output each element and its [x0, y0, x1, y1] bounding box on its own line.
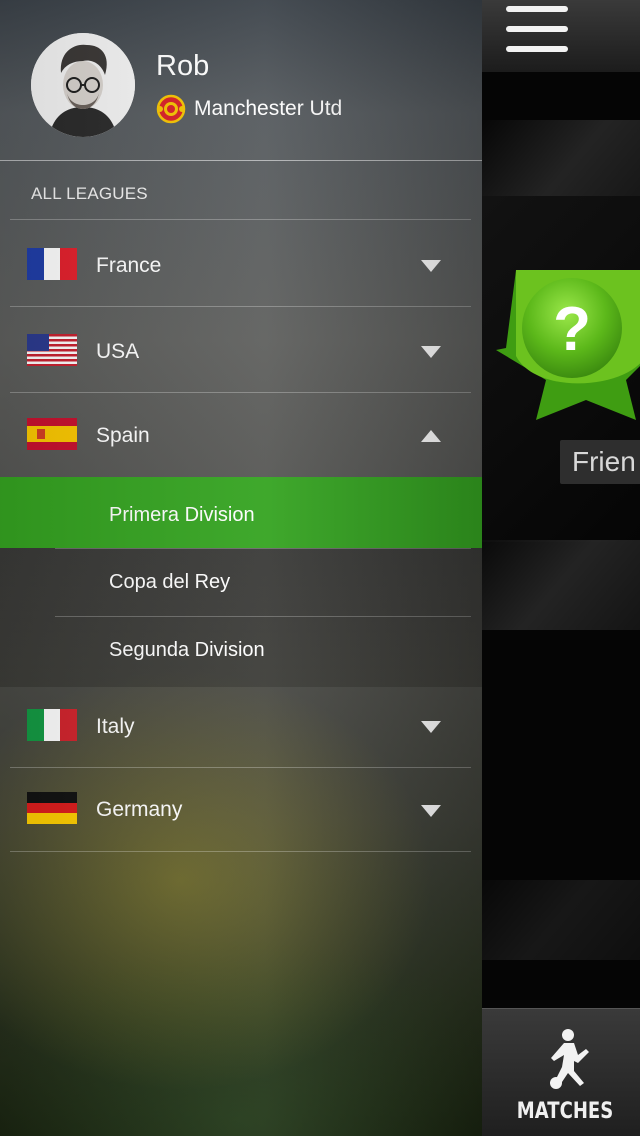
menu-item-germany[interactable]: Germany [0, 768, 482, 854]
italy-flag-icon [27, 709, 77, 741]
country-label: USA [96, 340, 140, 363]
country-label: France [96, 254, 162, 277]
menu-item-france[interactable]: France [0, 221, 482, 307]
mystery-badge-icon: ? [496, 270, 640, 430]
divider [10, 219, 471, 220]
divider [10, 851, 471, 852]
germany-flag-icon [27, 792, 77, 824]
submenu-item-label: Primera Division [109, 504, 255, 526]
chevron-down-icon[interactable] [421, 804, 441, 817]
hamburger-icon[interactable] [506, 6, 570, 54]
decorative-stripe [482, 880, 640, 960]
svg-text:?: ? [553, 295, 591, 364]
section-title: ALL LEAGUES [31, 184, 148, 203]
user-name: Rob [156, 50, 210, 82]
soccer-player-icon [534, 1027, 594, 1091]
france-flag-icon [27, 248, 77, 280]
country-label: Italy [96, 715, 135, 738]
submenu-item-copa-del-rey[interactable]: Copa del Rey [0, 549, 482, 616]
app-screen: ? Frien MATCHES Rob Manchester Utd ALL L… [0, 0, 640, 1136]
profile-header[interactable]: Rob Manchester Utd [0, 0, 482, 161]
top-bar [482, 0, 640, 72]
submenu-item-label: Copa del Rey [109, 571, 231, 593]
menu-item-usa[interactable]: USA [0, 307, 482, 393]
submenu-item-segunda-division[interactable]: Segunda Division [0, 617, 482, 687]
submenu-item-primera-division[interactable]: Primera Division [0, 477, 482, 548]
usa-flag-icon [27, 334, 77, 366]
submenu-item-label: Segunda Division [109, 639, 265, 661]
club-name: Manchester Utd [194, 97, 343, 120]
chevron-down-icon[interactable] [421, 345, 441, 358]
chevron-down-icon[interactable] [421, 720, 441, 733]
country-label: Germany [96, 798, 183, 821]
country-label: Spain [96, 424, 150, 447]
chevron-down-icon[interactable] [421, 259, 441, 272]
main-content-peek: ? Frien MATCHES [482, 0, 640, 1136]
menu-item-spain[interactable]: Spain [0, 393, 482, 479]
menu-item-italy[interactable]: Italy [0, 687, 482, 773]
avatar[interactable] [31, 33, 135, 137]
decorative-stripe [482, 540, 640, 630]
tab-matches[interactable]: MATCHES [482, 1008, 640, 1136]
chevron-up-icon[interactable] [421, 429, 441, 442]
tab-matches-label: MATCHES [516, 1099, 614, 1124]
club-crest-icon [156, 94, 186, 124]
card-label: Frien [560, 440, 640, 484]
spain-flag-icon [27, 418, 77, 450]
side-drawer: Rob Manchester Utd ALL LEAGUES France US… [0, 0, 482, 1136]
